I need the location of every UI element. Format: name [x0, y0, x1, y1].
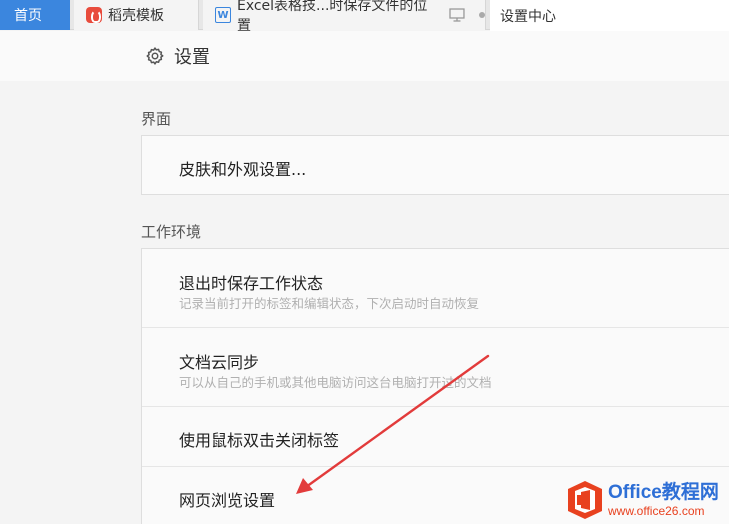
settings-header: 设置 — [0, 31, 729, 81]
w-logo-icon: W — [215, 7, 231, 23]
monitor-icon — [449, 8, 465, 22]
tab-home[interactable]: 首页 — [0, 0, 70, 30]
page-title: 设置 — [174, 47, 210, 68]
section-heading-interface: 界面 — [141, 110, 172, 128]
setting-skin-appearance[interactable]: 皮肤和外观设置... — [142, 136, 729, 194]
setting-title: 使用鼠标双击关闭标签 — [179, 431, 340, 450]
tab-bar: 首页 稻壳模板 W Excel表格技...时保存文件的位置 设置中心 — [0, 0, 729, 34]
tab-settings-center[interactable]: 设置中心 — [490, 0, 729, 31]
watermark-brand: Office教程网 — [608, 481, 719, 503]
setting-title: 退出时保存工作状态 — [179, 274, 324, 293]
daoke-logo-icon — [86, 7, 102, 23]
setting-save-work-state[interactable]: 退出时保存工作状态 记录当前打开的标签和编辑状态，下次启动时自动恢复 — [142, 249, 729, 328]
setting-desc: 记录当前打开的标签和编辑状态，下次启动时自动恢复 — [179, 296, 480, 311]
watermark: Office教程网 www.office26.com — [566, 475, 729, 524]
watermark-url: www.office26.com — [608, 503, 705, 518]
tab-daoke-templates[interactable]: 稻壳模板 — [74, 0, 199, 30]
tab-daoke-label: 稻壳模板 — [108, 8, 164, 24]
setting-desc: 可以从自己的手机或其他电脑访问这台电脑打开过的文档 — [179, 375, 492, 390]
setting-title: 文档云同步 — [179, 353, 260, 372]
tab-settings-label: 设置中心 — [500, 8, 556, 25]
card-interface: 皮肤和外观设置... — [141, 135, 729, 195]
office-logo-icon — [568, 480, 602, 519]
setting-title: 网页浏览设置 — [179, 491, 276, 510]
setting-doc-cloud-sync[interactable]: 文档云同步 可以从自己的手机或其他电脑访问这台电脑打开过的文档 — [142, 328, 729, 407]
tab-document-label: Excel表格技...时保存文件的位置 — [236, 0, 428, 34]
gear-icon — [146, 47, 164, 65]
setting-title: 皮肤和外观设置... — [179, 160, 307, 179]
setting-double-click-close-tab[interactable]: 使用鼠标双击关闭标签 — [142, 407, 729, 467]
tab-document[interactable]: W Excel表格技...时保存文件的位置 — [203, 0, 486, 34]
unsaved-dot-icon[interactable] — [479, 12, 485, 18]
section-heading-work-env: 工作环境 — [141, 223, 202, 241]
tab-home-label: 首页 — [14, 8, 42, 24]
